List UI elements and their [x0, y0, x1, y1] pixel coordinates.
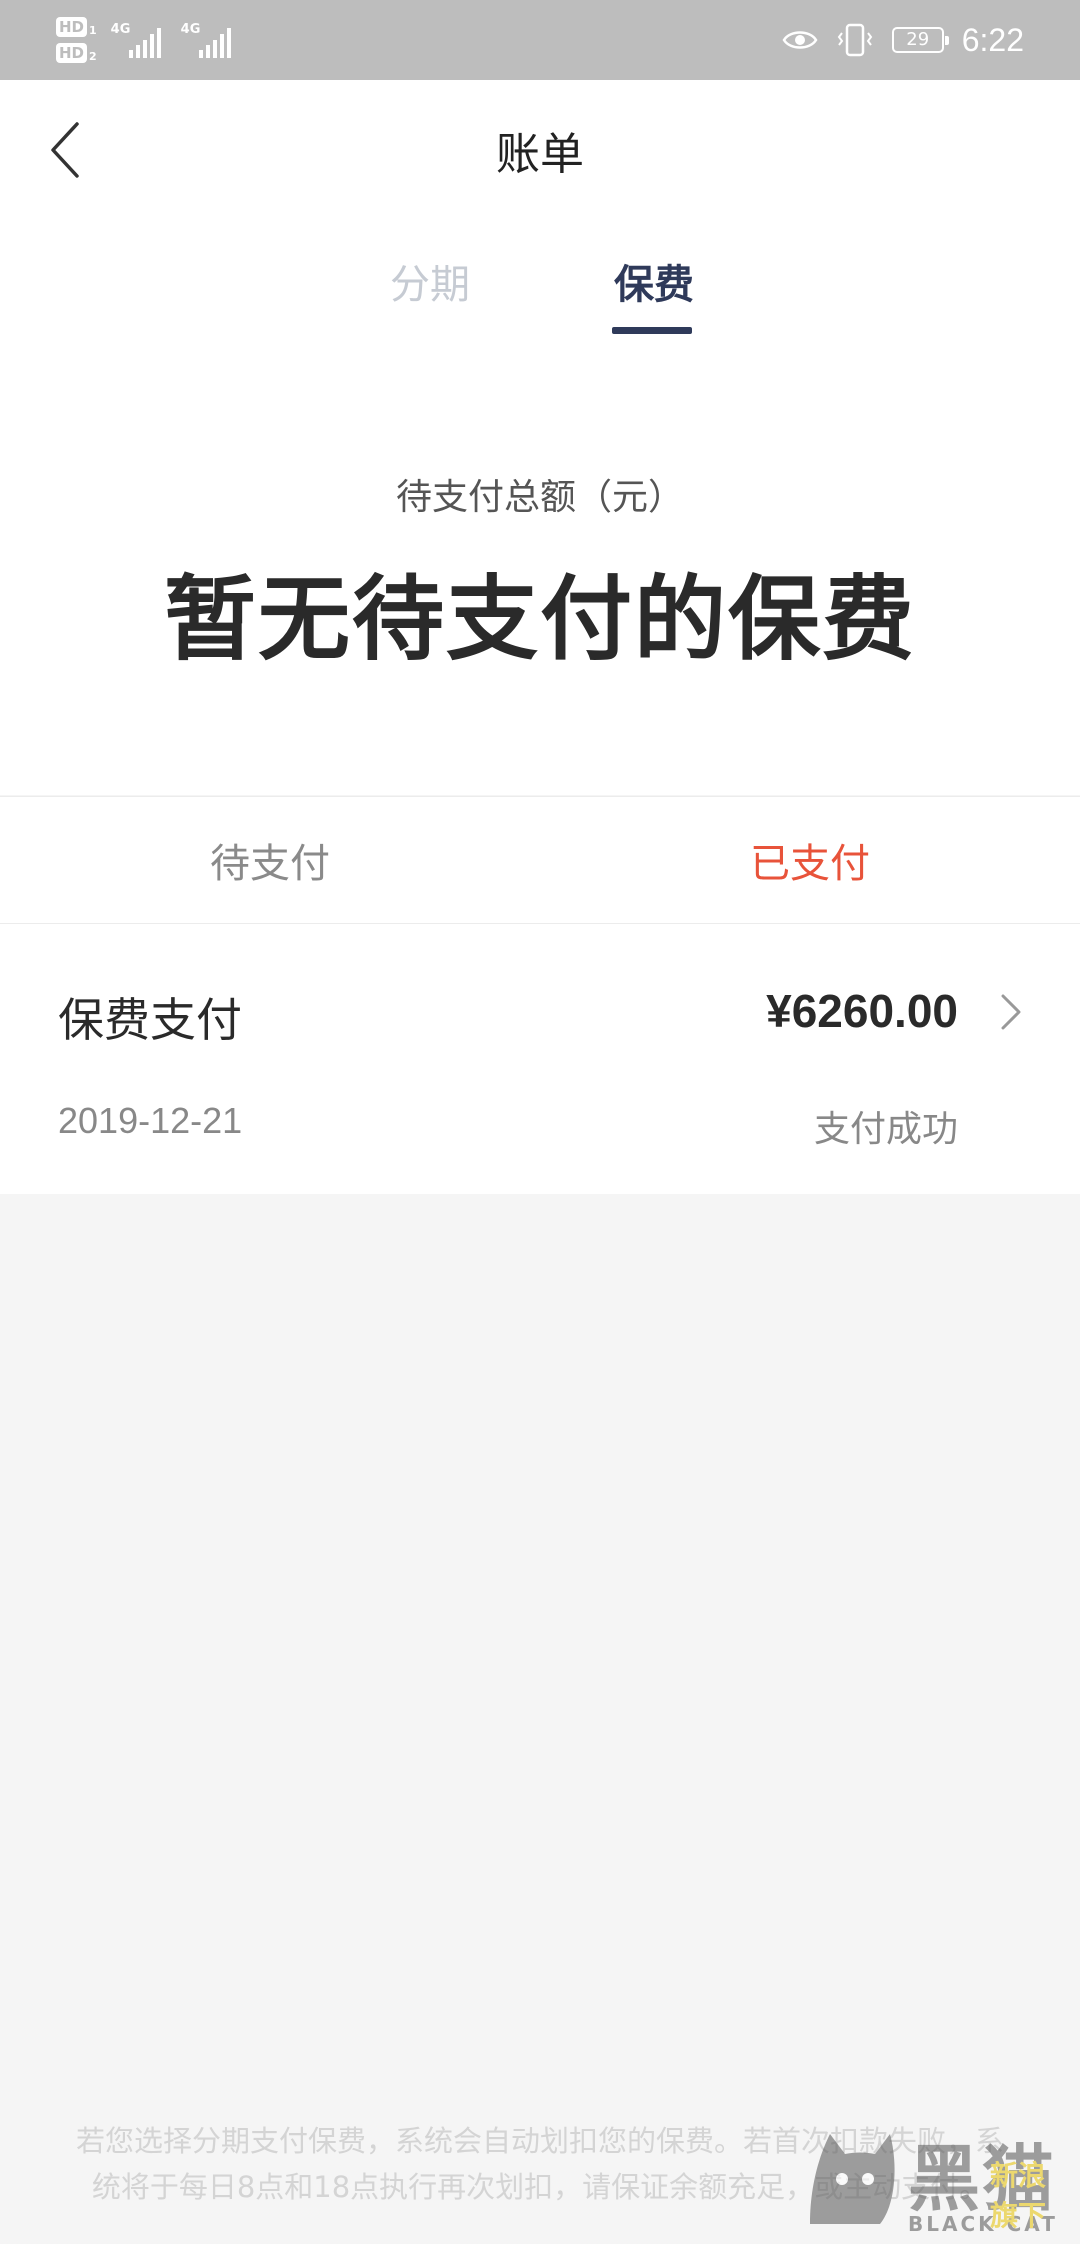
signal-bars-2	[198, 28, 231, 58]
chevron-right-icon	[994, 992, 1028, 1032]
signal-1-icon: 4G	[111, 18, 167, 62]
status-bar-right: 29 6:22	[782, 0, 1024, 80]
tab-pending[interactable]: 待支付	[0, 797, 540, 923]
hd1-badge: HD	[56, 17, 88, 37]
nav-header: 账单	[0, 80, 1080, 210]
battery-icon: 29	[891, 27, 949, 53]
record-amount: ¥6260.00	[766, 985, 958, 1037]
pending-total-value: 暂无待支付的保费	[163, 566, 916, 673]
record-date: 2019-12-21	[58, 1100, 243, 1141]
sim2-index: 2	[89, 50, 97, 63]
record-status: 支付成功	[813, 1109, 958, 1150]
tab-installment[interactable]: 分期	[390, 252, 470, 310]
signal-bars-1	[128, 28, 161, 58]
sim1-indicator: HD 1	[56, 17, 97, 37]
watermark-logo: 黑猫 BLACK CAT 新浪旗下	[800, 2118, 1070, 2238]
summary-panel: 待支付总额（元） 暂无待支付的保费	[0, 340, 1080, 795]
active-tab-indicator	[612, 327, 692, 334]
watermark-subtext: 新浪旗下	[990, 2159, 1047, 2232]
category-tabs: 分期 保费	[0, 210, 1080, 340]
payment-status-tabs: 待支付 已支付	[0, 796, 1080, 924]
status-time: 6:22	[961, 21, 1024, 58]
tab-premium[interactable]: 保费	[614, 252, 694, 310]
hd2-badge: HD	[56, 43, 88, 63]
status-bar-left: HD 1 HD 2 4G 4G	[56, 10, 237, 70]
page-title: 账单	[496, 129, 584, 180]
network1-label: 4G	[110, 22, 131, 37]
cat-logo-icon	[810, 2134, 895, 2224]
status-bar: HD 1 HD 2 4G 4G 29 6:22	[0, 0, 1080, 80]
network2-label: 4G	[180, 22, 201, 37]
sim-indicators: HD 1 HD 2	[56, 17, 97, 63]
vibrate-icon	[836, 23, 874, 57]
record-title: 保费支付	[58, 993, 242, 1047]
tab-paid[interactable]: 已支付	[540, 797, 1080, 923]
payment-record[interactable]: 保费支付 ¥6260.00 2019-12-21 支付成功	[0, 924, 1080, 1194]
battery-level: 29	[906, 29, 930, 50]
sim2-indicator: HD 2	[56, 43, 97, 63]
pending-total-label: 待支付总额（元）	[395, 477, 684, 518]
signal-2-icon: 4G	[181, 18, 237, 62]
sim1-index: 1	[89, 24, 97, 37]
eye-icon	[782, 27, 818, 53]
